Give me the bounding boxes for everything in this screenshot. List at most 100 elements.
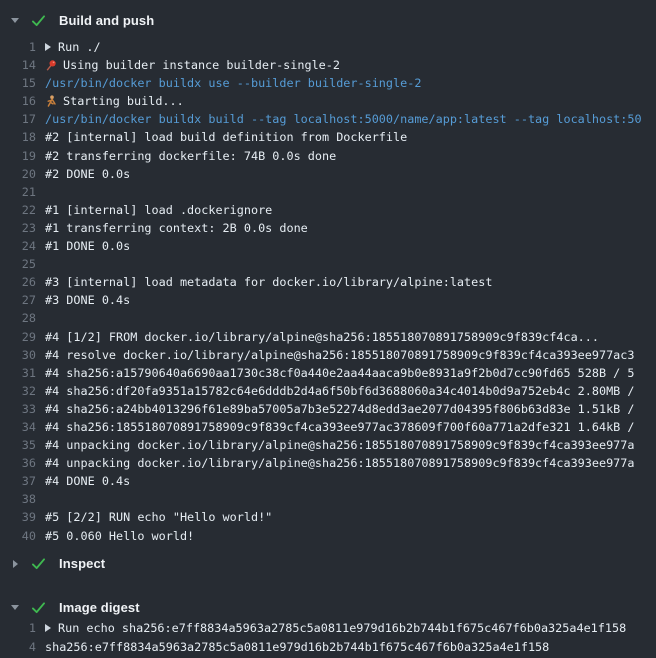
log-text: #4 DONE 0.4s — [45, 472, 656, 490]
log-line: 38 — [0, 490, 656, 508]
line-number[interactable]: 1 — [0, 38, 36, 56]
log-text: #2 DONE 0.0s — [45, 165, 656, 183]
log-text: /usr/bin/docker buildx build --tag local… — [45, 110, 656, 128]
line-number[interactable]: 35 — [0, 436, 36, 454]
log-line: 37 #4 DONE 0.4s — [0, 472, 656, 490]
line-number[interactable]: 32 — [0, 382, 36, 400]
log-line: 36 #4 unpacking docker.io/library/alpine@… — [0, 454, 656, 472]
line-number[interactable]: 15 — [0, 74, 36, 92]
log-line: 35 #4 unpacking docker.io/library/alpine@… — [0, 436, 656, 454]
line-number[interactable]: 21 — [0, 183, 36, 201]
chevron-right-icon[interactable] — [8, 560, 22, 568]
log-text: #1 [internal] load .dockerignore — [45, 201, 656, 219]
log-line: 17/usr/bin/docker buildx build --tag loc… — [0, 110, 656, 128]
line-number[interactable]: 27 — [0, 291, 36, 309]
section-title: Build and push — [59, 13, 154, 28]
line-number[interactable]: 36 — [0, 454, 36, 472]
log-line: 34 #4 sha256:185518070891758909c9f839cf4c… — [0, 418, 656, 436]
log-line: 24 #1 DONE 0.0s — [0, 237, 656, 255]
line-number[interactable]: 26 — [0, 273, 36, 291]
line-number[interactable]: 37 — [0, 472, 36, 490]
line-number[interactable]: 39 — [0, 508, 36, 526]
line-number[interactable]: 16 — [0, 92, 36, 110]
log-line: 1 Run echo sha256:e7ff8834a5963a2785c5a08… — [0, 619, 656, 639]
line-number[interactable]: 18 — [0, 128, 36, 146]
log-text: #5 0.060 Hello world! — [45, 527, 656, 545]
line-number[interactable]: 31 — [0, 364, 36, 382]
log-text: Run echo sha256:e7ff8834a5963a2785c5a081… — [45, 619, 656, 639]
log-text: Run ./ — [45, 38, 656, 56]
log-text: #4 [1/2] FROM docker.io/library/alpine@s… — [45, 328, 656, 346]
log-line: 15/usr/bin/docker buildx use --builder b… — [0, 74, 656, 92]
line-number[interactable]: 1 — [0, 619, 36, 639]
check-success-icon — [31, 14, 46, 27]
log-line: 39 #5 [2/2] RUN echo "Hello world!" — [0, 508, 656, 526]
line-number[interactable]: 14 — [0, 56, 36, 74]
line-number[interactable]: 25 — [0, 255, 36, 273]
log-text: sha256:e7ff8834a5963a2785c5a0811e979d16b… — [45, 638, 656, 658]
line-number[interactable]: 30 — [0, 346, 36, 364]
log-line: 23 #1 transferring context: 2B 0.0s done — [0, 219, 656, 237]
chevron-down-icon[interactable] — [8, 605, 22, 610]
log-text: #1 transferring context: 2B 0.0s done — [45, 219, 656, 237]
log-line: 40 #5 0.060 Hello world! — [0, 527, 656, 545]
section-header-build-and-push[interactable]: Build and push — [0, 0, 656, 30]
actions-log-viewer: Build and push 1Run ./14Using builder in… — [0, 0, 656, 658]
log-text: #4 sha256:a24bb4013296f61e89ba57005a7b3e… — [45, 400, 656, 418]
log-line: 21 — [0, 183, 656, 201]
log-line: 4 sha256:e7ff8834a5963a2785c5a0811e979d16… — [0, 638, 656, 658]
log-text: #5 [2/2] RUN echo "Hello world!" — [45, 508, 656, 526]
log-text: #3 [internal] load metadata for docker.i… — [45, 273, 656, 291]
log-line: 14 Using builder instance builder-single-… — [0, 56, 656, 74]
log-text: #4 unpacking docker.io/library/alpine@sh… — [45, 454, 656, 472]
line-number[interactable]: 4 — [0, 638, 36, 658]
log-text: Using builder instance builder-single-2 — [45, 56, 656, 74]
log-text: #3 DONE 0.4s — [45, 291, 656, 309]
line-number[interactable]: 22 — [0, 201, 36, 219]
log-line: 16 Starting build... — [0, 92, 656, 110]
log-line: 28 — [0, 309, 656, 327]
log-line: 30 #4 resolve docker.io/library/alpine@sh… — [0, 346, 656, 364]
log-line: 31#4 sha256:a15790640a6690aa1730c38cf0a4… — [0, 364, 656, 382]
log-lines-build-and-push: 1 Run ./ 14 Using builder instance builder-… — [0, 38, 656, 545]
log-line: 22 #1 [internal] load .dockerignore — [0, 201, 656, 219]
line-number[interactable]: 40 — [0, 527, 36, 545]
log-text: #4 sha256:df20fa9351a15782c64e6dddb2d4a6… — [45, 382, 656, 400]
line-number[interactable]: 23 — [0, 219, 36, 237]
line-number[interactable]: 34 — [0, 418, 36, 436]
log-text: Starting build... — [45, 92, 656, 110]
log-text: #2 transferring dockerfile: 74B 0.0s don… — [45, 147, 656, 165]
log-line: 20 #2 DONE 0.0s — [0, 165, 656, 183]
log-text: #1 DONE 0.0s — [45, 237, 656, 255]
line-number[interactable]: 19 — [0, 147, 36, 165]
line-number[interactable]: 24 — [0, 237, 36, 255]
pushpin-emoji-icon — [45, 59, 57, 72]
expand-toggle-icon[interactable] — [45, 43, 51, 51]
log-text: #4 sha256:185518070891758909c9f839cf4ca3… — [45, 418, 656, 436]
line-number[interactable]: 28 — [0, 309, 36, 327]
log-line: 27 #3 DONE 0.4s — [0, 291, 656, 309]
log-text: /usr/bin/docker buildx use --builder bui… — [45, 74, 656, 92]
check-success-icon — [31, 601, 46, 614]
line-number[interactable]: 20 — [0, 165, 36, 183]
log-text: #2 [internal] load build definition from… — [45, 128, 656, 146]
section-header-inspect[interactable]: Inspect — [0, 554, 656, 574]
log-text: #4 resolve docker.io/library/alpine@sha2… — [45, 346, 656, 364]
line-number[interactable]: 38 — [0, 490, 36, 508]
section-title: Image digest — [59, 600, 140, 615]
log-line: 32 #4 sha256:df20fa9351a15782c64e6dddb2d4… — [0, 382, 656, 400]
log-text: #4 unpacking docker.io/library/alpine@sh… — [45, 436, 656, 454]
section-title: Inspect — [59, 556, 105, 571]
expand-toggle-icon[interactable] — [45, 624, 51, 632]
section-header-image-digest[interactable]: Image digest — [0, 598, 656, 618]
line-number[interactable]: 29 — [0, 328, 36, 346]
chevron-down-icon[interactable] — [8, 18, 22, 23]
log-lines-image-digest: 1 Run echo sha256:e7ff8834a5963a2785c5a08… — [0, 619, 656, 658]
line-number[interactable]: 17 — [0, 110, 36, 128]
runner-emoji-icon — [45, 95, 57, 108]
log-line: 19 #2 transferring dockerfile: 74B 0.0s d… — [0, 147, 656, 165]
log-line: 26 #3 [internal] load metadata for docker… — [0, 273, 656, 291]
line-number[interactable]: 33 — [0, 400, 36, 418]
log-line: 33 #4 sha256:a24bb4013296f61e89ba57005a7b… — [0, 400, 656, 418]
log-line: 18 #2 [internal] load build definition fr… — [0, 128, 656, 146]
